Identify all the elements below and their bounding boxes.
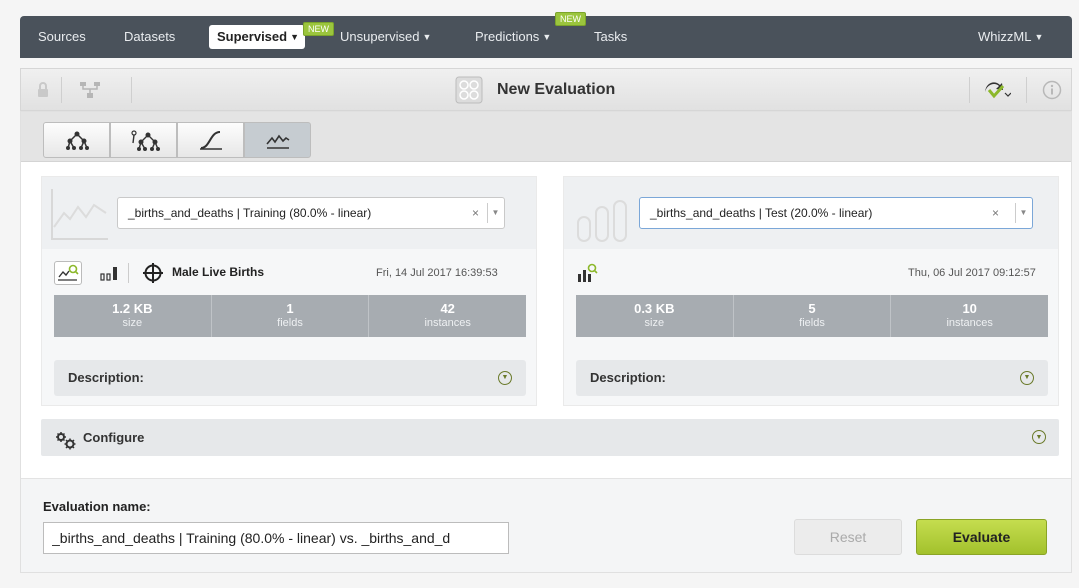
- lock-icon[interactable]: [35, 81, 51, 102]
- model-card: _births_and_deaths | Training (80.0% - l…: [41, 176, 537, 406]
- logistic-regression-button[interactable]: [177, 122, 244, 158]
- title-bar: New Evaluation: [20, 68, 1072, 111]
- time-series-search-icon: [58, 264, 79, 281]
- divider: [128, 263, 129, 283]
- model-select[interactable]: _births_and_deaths | Training (80.0% - l…: [117, 197, 505, 229]
- model-type-toolbar: [21, 112, 1071, 162]
- description-toggle[interactable]: Description: ▼: [576, 360, 1048, 396]
- cluster-action-icon[interactable]: [983, 80, 1012, 103]
- chevron-down-icon: ▼: [422, 32, 432, 42]
- model-type-group: [43, 122, 311, 158]
- top-navigation: Sources Datasets Supervised ▼ NEW Unsuper…: [20, 12, 1072, 58]
- model-stats: 1.2 KB size 1 fields 42 instances: [54, 295, 526, 337]
- dataset-search-icon[interactable]: [576, 262, 600, 287]
- clear-icon[interactable]: ×: [472, 198, 479, 228]
- nav-tasks[interactable]: Tasks: [594, 16, 627, 58]
- created-date: Thu, 06 Jul 2017 09:12:57: [908, 267, 1036, 279]
- evaluate-button[interactable]: Evaluate: [916, 519, 1047, 555]
- dataset-select[interactable]: _births_and_deaths | Test (20.0% - linea…: [639, 197, 1033, 229]
- time-series-icon: [265, 134, 289, 149]
- main-panel: _births_and_deaths | Training (80.0% - l…: [20, 111, 1072, 573]
- stat-value: 10: [962, 301, 977, 316]
- stat-label: fields: [277, 317, 303, 329]
- chevron-down-icon[interactable]: ▼: [487, 203, 503, 223]
- dataset-select-value: _births_and_deaths | Test (20.0% - linea…: [650, 206, 873, 220]
- stat-instances: 42 instances: [369, 295, 526, 337]
- stat-value: 1: [286, 301, 294, 316]
- stat-value: 42: [440, 301, 455, 316]
- nav-unsupervised-label: Unsupervised: [340, 29, 420, 44]
- configure-toggle[interactable]: Configure ▼: [41, 419, 1059, 456]
- chevron-down-icon[interactable]: ▼: [1015, 203, 1031, 223]
- dataset-placeholder-icon: [577, 200, 627, 242]
- dataset-stats: 0.3 KB size 5 fields 10 instances: [576, 295, 1048, 337]
- evaluation-icon: [455, 76, 483, 107]
- description-label: Description:: [590, 370, 666, 385]
- bar-chart-icon: [100, 265, 120, 284]
- nav-supervised[interactable]: Supervised ▼ NEW: [209, 22, 334, 49]
- stat-value: 5: [808, 301, 816, 316]
- stat-label: size: [122, 317, 143, 329]
- time-series-placeholder-icon: [51, 189, 108, 240]
- nav-datasets[interactable]: Datasets: [124, 16, 175, 58]
- clear-icon[interactable]: ×: [992, 198, 999, 228]
- time-series-button[interactable]: [244, 122, 311, 158]
- stat-fields: 5 fields: [734, 295, 892, 337]
- nav-sources[interactable]: Sources: [38, 16, 86, 58]
- model-selector-area: _births_and_deaths | Training (80.0% - l…: [42, 177, 536, 249]
- stat-label: instances: [946, 317, 993, 329]
- network-icon[interactable]: [79, 81, 101, 102]
- stat-label: size: [644, 317, 665, 329]
- new-badge: NEW: [303, 22, 334, 36]
- divider: [61, 77, 62, 103]
- new-badge: NEW: [555, 12, 586, 26]
- gears-icon: [55, 428, 77, 465]
- expand-icon: ▼: [1032, 430, 1046, 444]
- stat-label: instances: [424, 317, 471, 329]
- boosted-ensemble-button[interactable]: [110, 122, 177, 158]
- divider: [131, 77, 132, 103]
- nav-predictions[interactable]: Predictions ▼ NEW: [475, 12, 586, 58]
- configure-label: Configure: [83, 430, 145, 445]
- reset-button[interactable]: Reset: [794, 519, 902, 555]
- divider: [1026, 77, 1027, 103]
- divider: [969, 77, 970, 103]
- evaluation-name-input[interactable]: [43, 522, 509, 554]
- boosted-ensemble-icon: [130, 130, 160, 151]
- model-detail-button[interactable]: [54, 261, 82, 285]
- nav-whizzml-label: WhizzML: [978, 29, 1032, 44]
- nav-supervised-label: Supervised: [217, 29, 288, 44]
- chevron-down-icon: ▼: [542, 32, 552, 42]
- nav-unsupervised[interactable]: Unsupervised ▼: [340, 16, 431, 58]
- description-label: Description:: [68, 370, 144, 385]
- stat-value: 0.3 KB: [634, 301, 675, 316]
- logistic-curve-icon: [199, 131, 222, 150]
- info-icon[interactable]: [1042, 80, 1062, 103]
- stat-size: 0.3 KB size: [576, 295, 734, 337]
- ensemble-icon: [65, 131, 89, 150]
- chevron-down-icon: ▼: [1034, 32, 1044, 42]
- stat-fields: 1 fields: [212, 295, 370, 337]
- expand-icon: ▼: [498, 371, 512, 385]
- nav-predictions-label: Predictions: [475, 29, 540, 44]
- chevron-down-icon: ▼: [290, 32, 300, 42]
- expand-icon: ▼: [1020, 371, 1034, 385]
- stat-value: 1.2 KB: [112, 301, 153, 316]
- nav-whizzml[interactable]: WhizzML ▼: [978, 16, 1043, 58]
- description-toggle[interactable]: Description: ▼: [54, 360, 526, 396]
- ensemble-button[interactable]: [43, 122, 110, 158]
- stat-instances: 10 instances: [891, 295, 1048, 337]
- dataset-card: _births_and_deaths | Test (20.0% - linea…: [563, 176, 1059, 406]
- page-title: New Evaluation: [497, 81, 616, 98]
- model-select-value: _births_and_deaths | Training (80.0% - l…: [128, 206, 372, 220]
- objective-target-icon: [142, 262, 164, 287]
- evaluation-name-label: Evaluation name:: [43, 499, 151, 514]
- objective-field-name: Male Live Births: [172, 265, 265, 279]
- created-date: Fri, 14 Jul 2017 16:39:53: [376, 267, 498, 279]
- stat-label: fields: [799, 317, 825, 329]
- stat-size: 1.2 KB size: [54, 295, 212, 337]
- dataset-selector-area: _births_and_deaths | Test (20.0% - linea…: [564, 177, 1058, 249]
